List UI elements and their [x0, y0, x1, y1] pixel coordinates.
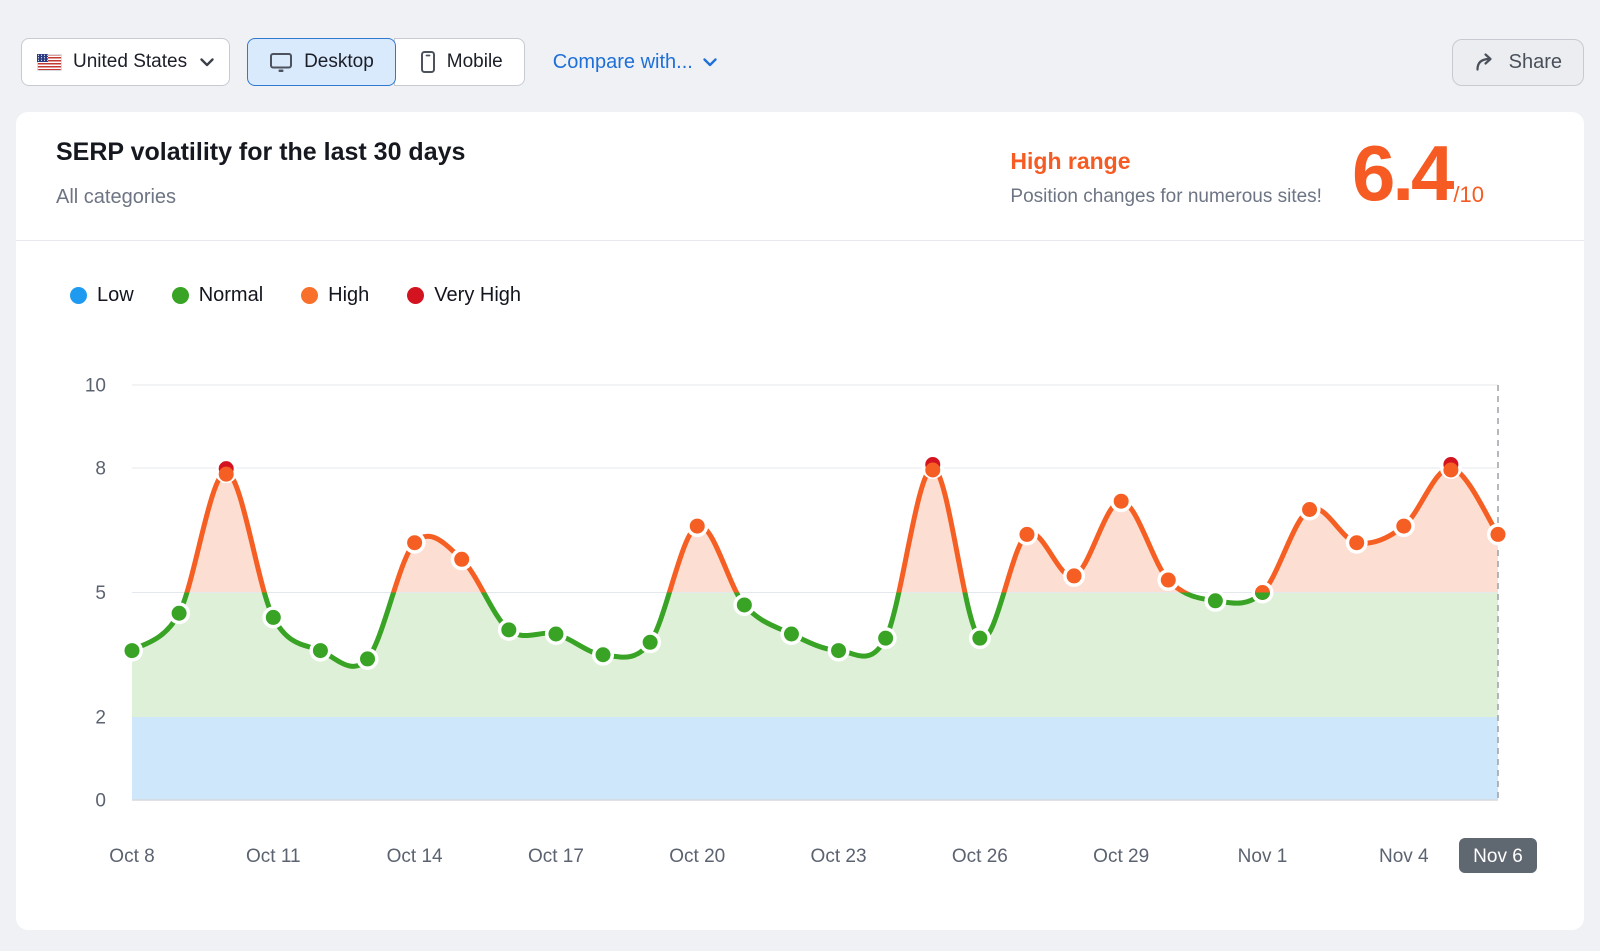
svg-text:Nov 4: Nov 4: [1379, 846, 1429, 867]
desktop-icon: [269, 51, 293, 73]
svg-text:0: 0: [95, 791, 106, 812]
share-arrow-icon: [1474, 52, 1497, 72]
svg-text:10: 10: [85, 376, 106, 397]
legend: Low Normal High Very High: [70, 284, 521, 307]
range-block: High range Position changes for numerous…: [1010, 136, 1322, 208]
svg-text:Nov 1: Nov 1: [1238, 846, 1288, 867]
svg-text:Oct 14: Oct 14: [387, 846, 443, 867]
svg-text:Oct 17: Oct 17: [528, 846, 584, 867]
svg-text:8: 8: [95, 459, 106, 480]
device-tab-mobile[interactable]: Mobile: [394, 38, 525, 86]
chevron-down-icon: [703, 58, 717, 67]
legend-dot-icon: [70, 287, 87, 304]
volatility-score: 6.4 /10: [1352, 142, 1484, 206]
volatility-chart[interactable]: 0 2 5 8 10 Oct 8 Oct 11 Oct 14 Oct 17 Oct 20 Oct 2…: [16, 352, 1584, 912]
svg-text:Oct 11: Oct 11: [246, 846, 301, 867]
compare-with-link[interactable]: Compare with...: [553, 51, 717, 74]
share-button[interactable]: Share: [1452, 39, 1584, 86]
compare-with-label: Compare with...: [553, 51, 693, 74]
svg-text:Oct 8: Oct 8: [109, 846, 154, 867]
category-subtitle: All categories: [56, 186, 176, 209]
range-description: Position changes for numerous sites!: [1010, 186, 1322, 208]
legend-label: Normal: [199, 284, 263, 307]
us-flag-icon: [37, 54, 62, 71]
svg-text:Oct 20: Oct 20: [669, 846, 725, 867]
svg-text:5: 5: [95, 583, 106, 604]
header-divider: [16, 240, 1584, 241]
legend-item-low: Low: [70, 284, 134, 307]
range-label: High range: [1010, 148, 1322, 175]
legend-item-high: High: [301, 284, 369, 307]
svg-text:2: 2: [95, 708, 106, 729]
share-label: Share: [1509, 51, 1562, 74]
svg-text:Oct 23: Oct 23: [811, 846, 867, 867]
device-tab-mobile-label: Mobile: [447, 51, 503, 73]
legend-label: Very High: [434, 284, 521, 307]
country-selector[interactable]: United States: [21, 38, 230, 86]
device-tab-desktop-label: Desktop: [304, 51, 374, 73]
legend-label: High: [328, 284, 369, 307]
score-max: /10: [1453, 184, 1484, 206]
country-label: United States: [73, 51, 187, 73]
toolbar: United States Desktop Mobile Compare wit…: [21, 38, 1584, 86]
legend-label: Low: [97, 284, 134, 307]
legend-dot-icon: [301, 287, 318, 304]
volatility-summary: High range Position changes for numerous…: [1010, 136, 1484, 208]
device-tab-desktop[interactable]: Desktop: [247, 38, 396, 86]
svg-text:Oct 29: Oct 29: [1093, 846, 1149, 867]
score-value: 6.4: [1352, 142, 1451, 206]
svg-text:Nov 6: Nov 6: [1473, 846, 1523, 867]
svg-text:Oct 26: Oct 26: [952, 846, 1008, 867]
legend-dot-icon: [407, 287, 424, 304]
serp-volatility-card: SERP volatility for the last 30 days All…: [16, 112, 1584, 930]
chevron-down-icon: [200, 58, 214, 67]
legend-dot-icon: [172, 287, 189, 304]
serp-volatility-page: { "toolbar": { "country_label": "United …: [0, 0, 1600, 951]
legend-item-normal: Normal: [172, 284, 263, 307]
page-title: SERP volatility for the last 30 days: [56, 138, 465, 167]
mobile-icon: [420, 50, 436, 74]
legend-item-very-high: Very High: [407, 284, 521, 307]
device-toggle: Desktop Mobile: [247, 38, 525, 86]
